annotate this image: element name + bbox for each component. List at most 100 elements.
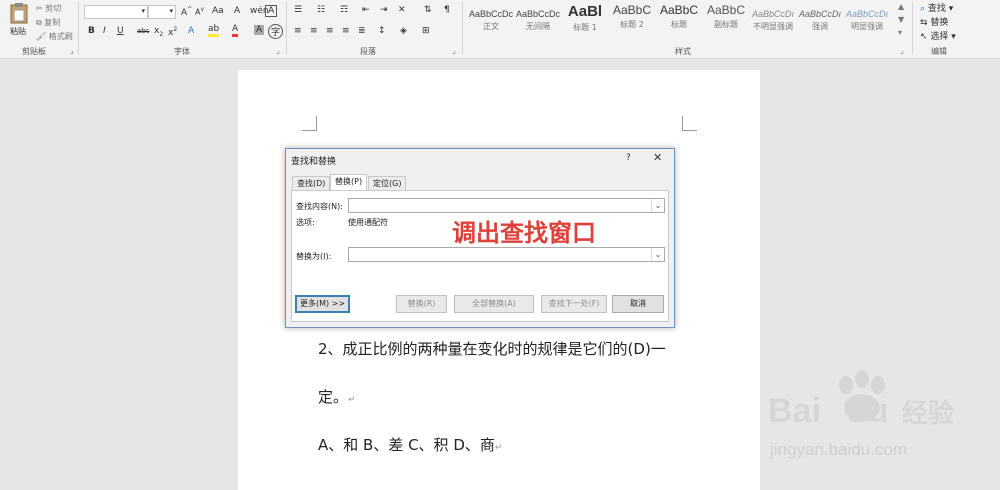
style-sample: AaBbCcDc bbox=[468, 9, 513, 19]
dialog-launcher-icon[interactable]: ⌟ bbox=[900, 46, 904, 55]
close-icon[interactable]: ✕ bbox=[653, 151, 662, 164]
style-sample: AaBbC bbox=[706, 3, 746, 17]
chinese-layout-icon[interactable]: ✕ bbox=[398, 5, 406, 15]
style-item[interactable]: AaBbCcDı 强调 bbox=[797, 3, 843, 37]
chevron-down-icon[interactable]: ⌄ bbox=[651, 248, 664, 261]
cut-button[interactable]: ✂ 剪切 bbox=[36, 3, 61, 14]
align-left-icon[interactable]: ≡ bbox=[294, 26, 302, 36]
find-next-button[interactable]: 查找下一处(F) bbox=[541, 295, 607, 313]
find-label: 查找 bbox=[927, 4, 946, 14]
dialog-launcher-icon[interactable]: ⌟ bbox=[276, 46, 280, 55]
tab-replace-label: 替换(P) bbox=[335, 177, 363, 186]
find-what-input[interactable]: ⌄ bbox=[348, 198, 665, 213]
doc-line-2-text: 定。 bbox=[318, 388, 349, 406]
show-marks-icon[interactable]: ¶ bbox=[444, 5, 450, 15]
watermark-url: jingyan.baidu.com bbox=[770, 440, 908, 459]
doc-line-1[interactable]: 2、成正比例的两种量在变化时的规律是它们的(D)一 bbox=[318, 338, 666, 359]
char-border-icon[interactable]: A bbox=[265, 5, 278, 17]
clear-format-icon[interactable]: A bbox=[234, 6, 240, 16]
bold-icon[interactable]: B bbox=[88, 26, 95, 36]
tab-replace[interactable]: 替换(P) bbox=[330, 174, 368, 191]
grow-font-icon[interactable]: A^ bbox=[181, 6, 192, 18]
dialog-launcher-icon[interactable]: ⌟ bbox=[452, 46, 456, 55]
copy-button[interactable]: ⧉ 复制 bbox=[36, 17, 60, 28]
tab-goto[interactable]: 定位(G) bbox=[368, 176, 407, 190]
help-button[interactable]: ? bbox=[626, 153, 631, 163]
borders-icon[interactable]: ⊞ bbox=[422, 26, 430, 36]
styles-gallery: AaBbCcDc 正文 AaBbCcDc 无间隔 AaBl 标题 1 AaBbC 标题 2 Aa… bbox=[468, 0, 894, 44]
enclose-char-icon[interactable]: 字 bbox=[268, 24, 284, 39]
numbering-icon[interactable]: ☷ bbox=[317, 5, 325, 15]
bullets-icon[interactable]: ☰ bbox=[294, 5, 302, 15]
gallery-up-icon[interactable]: ▲ bbox=[898, 2, 904, 11]
style-sample: AaBbCcDc bbox=[515, 9, 560, 19]
superscript-icon[interactable]: x2 bbox=[168, 26, 177, 38]
style-name: 强调 bbox=[812, 22, 828, 31]
cancel-button[interactable]: 取消 bbox=[612, 295, 664, 313]
strikethrough-icon[interactable]: abc bbox=[137, 27, 150, 35]
gallery-more-icon[interactable]: ▾ bbox=[898, 28, 902, 37]
replace-button[interactable]: ⇆ 替换 bbox=[920, 15, 948, 28]
paragraph-mark-icon: ↵ bbox=[494, 443, 503, 453]
paragraph-group-label: 段落 bbox=[360, 47, 376, 56]
sort-icon[interactable]: ⇅ bbox=[424, 5, 432, 15]
multilevel-list-icon[interactable]: ☶ bbox=[340, 5, 348, 15]
justify-icon[interactable]: ≡ bbox=[342, 26, 350, 36]
gallery-down-icon[interactable]: ▼ bbox=[898, 15, 904, 24]
style-item[interactable]: AaBbC 副标题 bbox=[703, 3, 749, 37]
replace-button[interactable]: 替换(R) bbox=[396, 295, 447, 313]
chevron-down-icon: ▾ bbox=[169, 7, 173, 15]
text-effects-icon[interactable]: A bbox=[188, 26, 194, 36]
underline-icon[interactable]: U bbox=[117, 26, 124, 36]
style-item[interactable]: AaBbC 标题 bbox=[656, 3, 702, 37]
style-name: 无间隔 bbox=[526, 22, 550, 31]
select-icon: ↖ bbox=[920, 32, 928, 42]
more-button[interactable]: 更多(M) >> bbox=[295, 295, 350, 313]
select-button[interactable]: ↖ 选择 ▾ bbox=[920, 29, 956, 42]
highlight-icon[interactable]: ab bbox=[208, 24, 220, 37]
style-item[interactable]: AaBl 标题 1 bbox=[562, 3, 608, 37]
replace-label: 替换 bbox=[930, 18, 949, 28]
tab-find[interactable]: 查找(D) bbox=[292, 176, 331, 190]
change-case-icon[interactable]: Aa bbox=[212, 6, 224, 16]
replace-all-button[interactable]: 全部替换(A) bbox=[454, 295, 534, 313]
font-size-combo[interactable]: ▾ bbox=[148, 5, 176, 19]
crop-mark bbox=[302, 116, 317, 131]
font-name-combo[interactable]: ▾ bbox=[84, 5, 148, 19]
chevron-down-icon[interactable]: ⌄ bbox=[651, 199, 664, 212]
style-item[interactable]: AaBbCcDı 不明显强调 bbox=[750, 3, 796, 37]
doc-line-2[interactable]: 定。↵ bbox=[318, 386, 356, 407]
paste-label: 粘贴 bbox=[10, 27, 26, 36]
replace-with-label: 替换为(I): bbox=[296, 252, 332, 261]
style-item[interactable]: AaBbCcDc 无间隔 bbox=[515, 3, 561, 37]
align-right-icon[interactable]: ≡ bbox=[326, 26, 334, 36]
watermark-brand: Bai du 经验 bbox=[768, 392, 954, 431]
increase-indent-icon[interactable]: ⇥ bbox=[380, 5, 388, 15]
format-painter-button[interactable]: 🖌 格式刷 bbox=[36, 31, 73, 42]
distribute-icon[interactable]: ≣ bbox=[358, 26, 366, 36]
line-spacing-icon[interactable]: ↕ bbox=[378, 26, 386, 36]
char-shading-icon[interactable]: A bbox=[254, 25, 265, 35]
dialog-launcher-icon[interactable]: ⌟ bbox=[70, 46, 74, 55]
style-sample: AaBl bbox=[567, 3, 603, 20]
paste-button[interactable]: 粘贴 bbox=[6, 2, 32, 42]
font-color-icon[interactable]: A bbox=[232, 24, 239, 37]
find-button[interactable]: ⌕ 查找 ▾ bbox=[920, 1, 953, 14]
subscript-icon[interactable]: x2 bbox=[154, 26, 163, 38]
align-center-icon[interactable]: ≡ bbox=[310, 26, 318, 36]
divider bbox=[78, 2, 79, 54]
style-name: 副标题 bbox=[714, 20, 738, 29]
style-item[interactable]: AaBbCcDc 正文 bbox=[468, 3, 514, 37]
shading-icon[interactable]: ◈ bbox=[400, 26, 407, 36]
doc-line-3[interactable]: A、和 B、差 C、积 D、商↵ bbox=[318, 434, 502, 455]
divider bbox=[912, 2, 913, 54]
replace-with-input[interactable]: ⌄ bbox=[348, 247, 665, 262]
style-item[interactable]: AaBbCcDı 明显强调 bbox=[844, 3, 890, 37]
annotation-text: 调出查找窗口 bbox=[452, 219, 596, 247]
decrease-indent-icon[interactable]: ⇤ bbox=[362, 5, 370, 15]
font-group-label: 字体 bbox=[174, 47, 190, 56]
style-item[interactable]: AaBbC 标题 2 bbox=[609, 3, 655, 37]
italic-icon[interactable]: I bbox=[103, 26, 106, 36]
shrink-font-icon[interactable]: Av bbox=[195, 6, 204, 17]
style-name: 标题 1 bbox=[573, 23, 597, 32]
